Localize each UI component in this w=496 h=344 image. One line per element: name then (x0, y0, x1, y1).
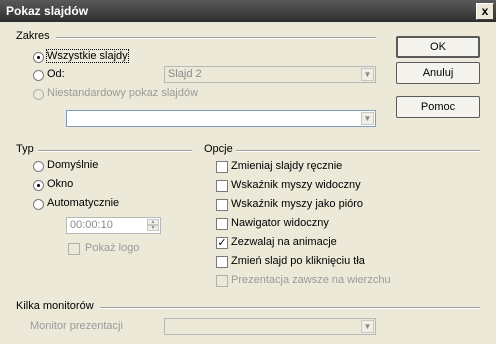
from-label[interactable]: Od: (47, 68, 65, 80)
pause-duration-value: 00:00:10 (70, 219, 113, 231)
window-title: Pokaz slajdów (6, 4, 89, 18)
stepper-down-icon[interactable]: ▼ (147, 225, 159, 231)
type-default-label[interactable]: Domyślnie (47, 159, 98, 171)
type-auto-radio[interactable] (33, 199, 44, 210)
show-logo-checkbox[interactable] (68, 243, 80, 255)
show-logo-label[interactable]: Pokaż logo (85, 242, 139, 254)
all-slides-radio[interactable] (33, 52, 44, 63)
option-checkbox[interactable] (216, 218, 228, 230)
chevron-down-icon[interactable]: ▼ (361, 112, 374, 125)
from-radio[interactable] (33, 70, 44, 81)
help-button[interactable]: Pomoc (396, 96, 480, 118)
type-window-label[interactable]: Okno (47, 178, 73, 190)
option-checkbox[interactable] (216, 256, 228, 268)
all-slides-label[interactable]: Wszystkie slajdy (46, 49, 129, 63)
option-label[interactable]: Wskaźnik myszy widoczny (231, 179, 361, 191)
option-label[interactable]: Zmień slajd po kliknięciu tła (231, 255, 365, 267)
monitors-section-label: Kilka monitorów (16, 300, 94, 312)
type-auto-label[interactable]: Automatycznie (47, 197, 119, 209)
option-label[interactable]: Zezwalaj na animacje (231, 236, 337, 248)
type-default-radio[interactable] (33, 161, 44, 172)
from-slide-value: Slajd 2 (168, 68, 202, 80)
range-divider (56, 37, 376, 39)
presentation-monitor-dropdown[interactable]: ▼ (164, 318, 376, 335)
type-divider (38, 150, 192, 152)
option-checkbox[interactable]: ✓ (216, 237, 228, 249)
chevron-down-icon[interactable]: ▼ (361, 320, 374, 333)
ok-button[interactable]: OK (396, 36, 480, 58)
options-section-label: Opcje (204, 143, 233, 155)
option-checkbox[interactable] (216, 275, 228, 287)
presentation-monitor-label: Monitor prezentacji (30, 320, 123, 332)
type-window-radio[interactable] (33, 180, 44, 191)
option-label[interactable]: Zmieniaj slajdy ręcznie (231, 160, 342, 172)
option-label[interactable]: Nawigator widoczny (231, 217, 329, 229)
monitors-divider (100, 307, 480, 309)
title-bar: Pokaz slajdów x (0, 0, 496, 22)
type-section-label: Typ (16, 143, 34, 155)
custom-show-label[interactable]: Niestandardowy pokaz slajdów (47, 87, 198, 99)
range-section-label: Zakres (16, 30, 50, 42)
option-checkbox[interactable] (216, 180, 228, 192)
pause-duration-stepper[interactable]: 00:00:10 ▲ ▼ (66, 217, 161, 234)
option-checkbox[interactable] (216, 161, 228, 173)
chevron-down-icon[interactable]: ▼ (361, 68, 374, 81)
option-label[interactable]: Prezentacja zawsze na wierzchu (231, 274, 391, 286)
options-divider (236, 150, 480, 152)
custom-show-dropdown[interactable]: ▼ (66, 110, 376, 127)
close-icon[interactable]: x (476, 3, 494, 20)
option-label[interactable]: Wskaźnik myszy jako pióro (231, 198, 363, 210)
cancel-button[interactable]: Anuluj (396, 62, 480, 84)
from-slide-dropdown[interactable]: Slajd 2 ▼ (164, 66, 376, 83)
custom-show-radio[interactable] (33, 89, 44, 100)
option-checkbox[interactable] (216, 199, 228, 211)
